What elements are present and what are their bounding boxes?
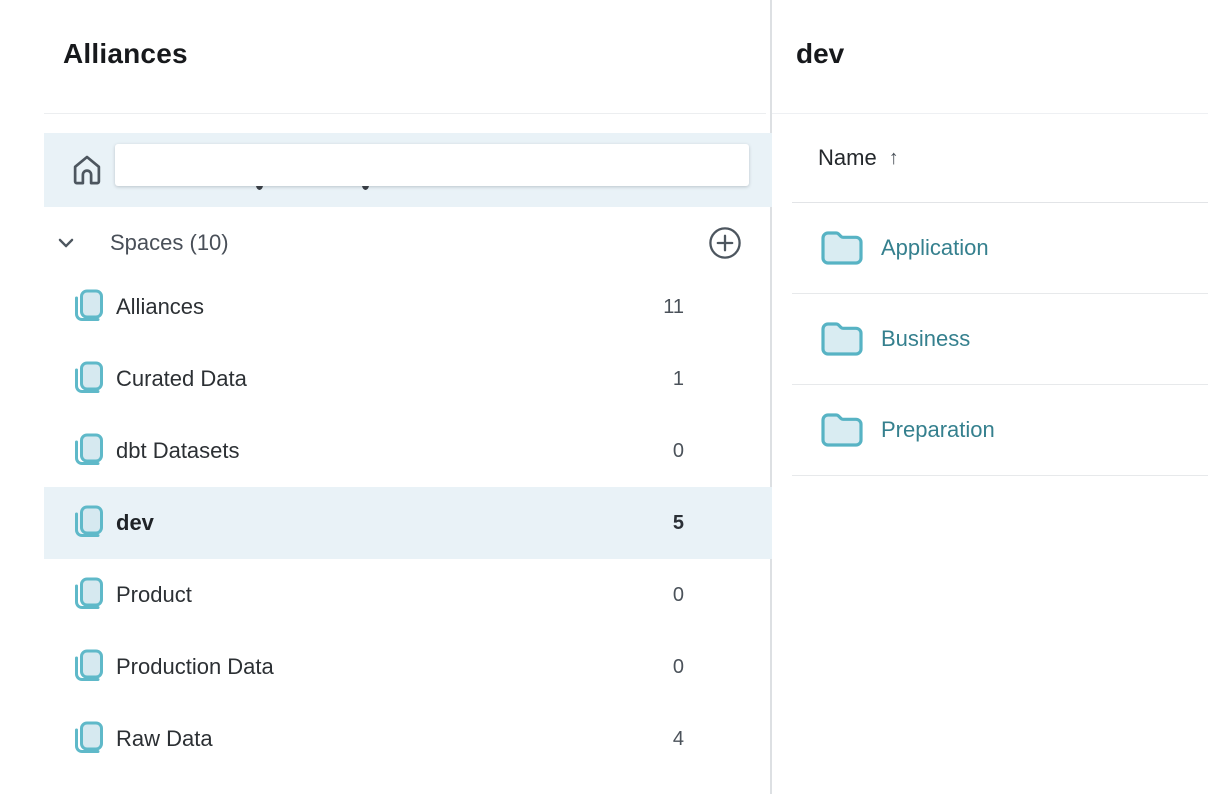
space-item-dbt-datasets[interactable]: dbt Datasets 0 bbox=[44, 415, 772, 487]
chevron-down-icon[interactable] bbox=[55, 232, 77, 254]
space-icon bbox=[70, 431, 106, 471]
folder-row-application[interactable]: Application bbox=[792, 203, 1208, 294]
spaces-list: Alliances 11 Curated Data 1 bbox=[44, 271, 772, 775]
space-count: 0 bbox=[673, 584, 684, 607]
space-count: 1 bbox=[673, 368, 684, 391]
space-count: 5 bbox=[673, 512, 684, 535]
folder-icon bbox=[821, 231, 863, 265]
space-icon bbox=[70, 287, 106, 327]
sidebar-title-divider bbox=[44, 113, 766, 114]
home-icon bbox=[68, 151, 106, 189]
space-count: 11 bbox=[663, 296, 684, 319]
space-item-product[interactable]: Product 0 bbox=[44, 559, 772, 631]
space-icon bbox=[70, 503, 106, 543]
space-name: Raw Data bbox=[116, 726, 213, 752]
name-column-header[interactable]: Name bbox=[818, 145, 877, 171]
space-item-raw-data[interactable]: Raw Data 4 bbox=[44, 703, 772, 775]
folder-icon bbox=[821, 413, 863, 447]
page-title: dev bbox=[772, 0, 1208, 72]
home-row[interactable] bbox=[44, 133, 772, 207]
space-icon bbox=[70, 575, 106, 615]
folder-row-business[interactable]: Business bbox=[792, 294, 1208, 385]
table-header: Name ↑ bbox=[772, 114, 1208, 202]
folder-row-preparation[interactable]: Preparation bbox=[792, 385, 1208, 476]
space-item-dev[interactable]: dev 5 bbox=[44, 487, 772, 559]
content-panel: dev Name ↑ Application bbox=[772, 0, 1208, 794]
folder-list: Application Business Preparation bbox=[792, 202, 1208, 476]
space-item-alliances[interactable]: Alliances 11 bbox=[44, 271, 772, 343]
sidebar: Alliances Spaces (10) bbox=[0, 0, 772, 794]
space-item-production-data[interactable]: Production Data 0 bbox=[44, 631, 772, 703]
space-name: Product bbox=[116, 582, 192, 608]
space-name: dbt Datasets bbox=[116, 438, 240, 464]
space-count: 0 bbox=[673, 656, 684, 679]
folder-link[interactable]: Preparation bbox=[881, 417, 995, 443]
add-space-button[interactable] bbox=[708, 226, 742, 260]
space-name: Curated Data bbox=[116, 366, 247, 392]
spaces-section-label: Spaces (10) bbox=[110, 230, 229, 256]
space-icon bbox=[70, 359, 106, 399]
folder-link[interactable]: Application bbox=[881, 235, 989, 261]
app-window: Alliances Spaces (10) bbox=[0, 0, 1208, 794]
spaces-section-header: Spaces (10) bbox=[44, 215, 772, 271]
space-count: 0 bbox=[673, 440, 684, 463]
space-item-curated-data[interactable]: Curated Data 1 bbox=[44, 343, 772, 415]
redacted-label-overlay bbox=[115, 144, 749, 186]
space-icon bbox=[70, 719, 106, 759]
space-name: dev bbox=[116, 510, 154, 536]
sidebar-title: Alliances bbox=[0, 0, 770, 72]
sort-ascending-icon[interactable]: ↑ bbox=[889, 147, 899, 170]
space-name: Alliances bbox=[116, 294, 204, 320]
folder-icon bbox=[821, 322, 863, 356]
space-count: 4 bbox=[673, 728, 684, 751]
space-name: Production Data bbox=[116, 654, 274, 680]
space-icon bbox=[70, 647, 106, 687]
folder-link[interactable]: Business bbox=[881, 326, 970, 352]
